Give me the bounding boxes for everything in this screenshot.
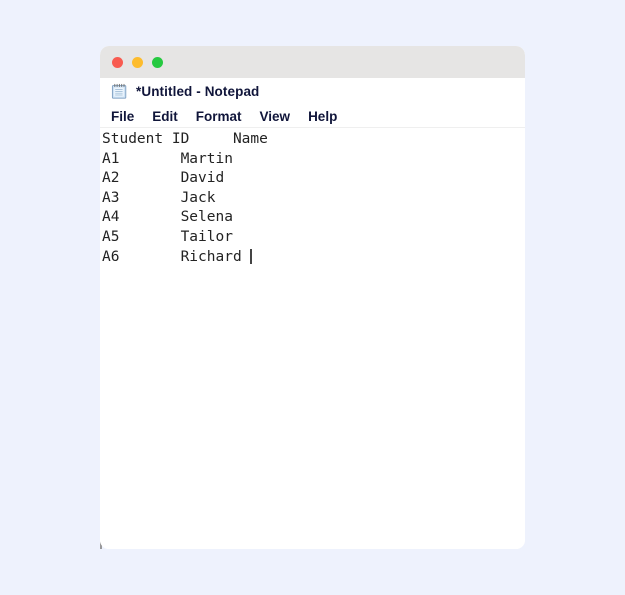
window-titlebar: [100, 46, 525, 78]
editor-text-value: Student ID Name A1 Martin A2 David A3 Ja…: [102, 131, 268, 265]
minimize-window-button[interactable]: [132, 57, 143, 68]
window-controls: [112, 57, 163, 68]
menu-item-view[interactable]: View: [260, 109, 291, 124]
notepad-icon: [111, 83, 127, 99]
window-title: *Untitled - Notepad: [136, 84, 260, 99]
maximize-window-button[interactable]: [152, 57, 163, 68]
menu-item-help[interactable]: Help: [308, 109, 337, 124]
text-caret: [250, 248, 252, 264]
menu-item-edit[interactable]: Edit: [152, 109, 178, 124]
menu-bar: File Edit Format View Help: [100, 105, 525, 128]
close-window-button[interactable]: [112, 57, 123, 68]
menu-item-format[interactable]: Format: [196, 109, 242, 124]
notepad-window: *Untitled - Notepad File Edit Format Vie…: [100, 46, 525, 549]
text-editor-area[interactable]: Student ID Name A1 Martin A2 David A3 Ja…: [100, 128, 525, 549]
editor-content[interactable]: Student ID Name A1 Martin A2 David A3 Ja…: [102, 130, 525, 267]
menu-item-file[interactable]: File: [111, 109, 134, 124]
app-title-row: *Untitled - Notepad: [100, 78, 525, 105]
